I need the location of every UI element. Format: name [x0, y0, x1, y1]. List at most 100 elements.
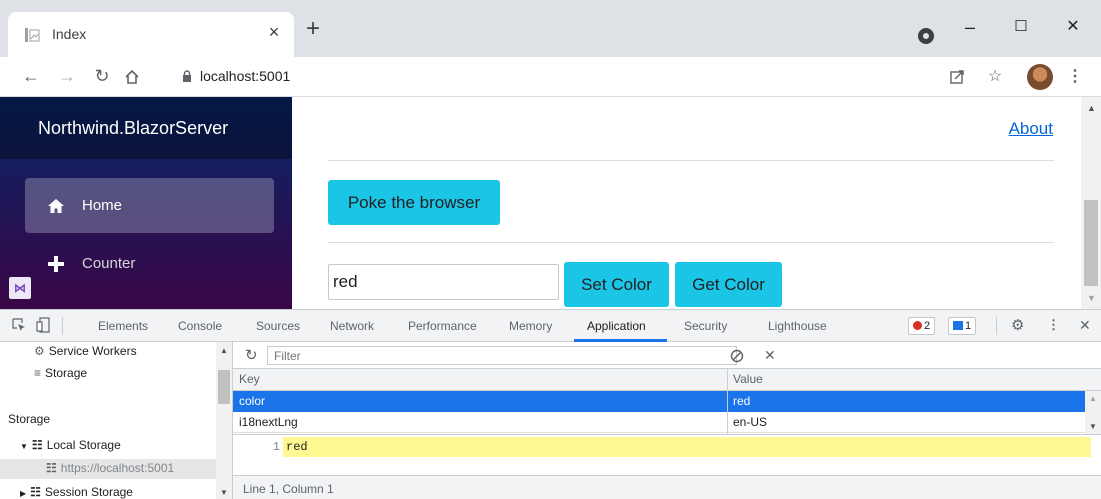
- nav-item-counter[interactable]: Counter: [25, 242, 274, 297]
- browser-tab[interactable]: Index ×: [8, 12, 294, 57]
- expand-arrow-icon: ▼: [20, 442, 28, 451]
- home-button-icon[interactable]: [123, 68, 141, 86]
- scroll-thumb[interactable]: [1084, 200, 1098, 286]
- close-devtools-icon[interactable]: ✕: [1079, 317, 1091, 334]
- table-row[interactable]: color red: [233, 391, 1085, 412]
- tab-application[interactable]: Application: [587, 319, 646, 333]
- sidebar-scrollbar[interactable]: ▲ ▼: [216, 342, 232, 499]
- close-window-button[interactable]: ✕: [1058, 12, 1088, 42]
- table-icon: ☷: [46, 461, 57, 475]
- editor-status-bar: Line 1, Column 1: [233, 475, 1101, 499]
- reload-icon[interactable]: ↻: [89, 63, 115, 89]
- line-number: 1: [272, 440, 280, 454]
- scroll-down-icon[interactable]: ▼: [220, 488, 228, 497]
- local-storage-origin-item[interactable]: ☷ https://localhost:5001: [46, 461, 174, 475]
- share-icon[interactable]: [945, 65, 969, 89]
- tab-performance[interactable]: Performance: [408, 319, 477, 333]
- visual-studio-icon[interactable]: ⋈: [9, 277, 31, 299]
- scroll-up-icon[interactable]: ▲: [220, 346, 228, 355]
- tab-lighthouse[interactable]: Lighthouse: [768, 319, 827, 333]
- devtools-menu-icon[interactable]: ⋮: [1047, 317, 1060, 333]
- filter-input[interactable]: [267, 346, 737, 365]
- separator: [996, 317, 997, 335]
- color-input[interactable]: [328, 264, 559, 300]
- about-link[interactable]: About: [1009, 119, 1053, 139]
- poke-browser-button[interactable]: Poke the browser: [328, 180, 500, 225]
- app-sidebar: Northwind.BlazorServer Home Counter ⋈: [0, 97, 292, 309]
- tab-search-icon[interactable]: [918, 28, 934, 44]
- divider: [328, 242, 1054, 243]
- value-preview: 1 red Line 1, Column 1: [233, 434, 1101, 499]
- devtools-panel: Elements Console Sources Network Perform…: [0, 309, 1101, 499]
- scroll-up-icon[interactable]: ▲: [1089, 394, 1097, 403]
- tab-memory[interactable]: Memory: [509, 319, 552, 333]
- delete-selected-icon[interactable]: ✕: [764, 347, 776, 364]
- bookmark-star-icon[interactable]: ☆: [983, 65, 1007, 89]
- session-storage-item[interactable]: ▶ ☷ Session Storage: [20, 485, 133, 499]
- collapse-arrow-icon: ▶: [20, 489, 27, 498]
- table-row[interactable]: i18nextLng en-US: [233, 412, 1085, 433]
- browser-menu-icon[interactable]: ⋮: [1063, 65, 1087, 89]
- lock-icon[interactable]: [182, 70, 192, 83]
- storage-view: ↻ ✕ Key Value color red i18nextLng en-US…: [233, 342, 1101, 499]
- tab-title: Index: [52, 26, 87, 42]
- database-icon: ≡: [34, 366, 42, 380]
- tab-close-icon[interactable]: ×: [264, 22, 284, 43]
- nav-item-home[interactable]: Home: [25, 178, 274, 233]
- column-header-value[interactable]: Value: [733, 372, 763, 386]
- sidebar-scroll-thumb[interactable]: [218, 370, 230, 404]
- home-icon: [48, 199, 64, 213]
- refresh-icon[interactable]: ↻: [245, 346, 258, 364]
- message-count: 1: [965, 320, 972, 332]
- scroll-up-icon[interactable]: ▲: [1087, 103, 1096, 113]
- filter-toolbar: ↻ ✕: [233, 342, 1101, 369]
- tab-elements[interactable]: Elements: [98, 319, 148, 333]
- table-header: Key Value: [233, 369, 1101, 391]
- web-page: Northwind.BlazorServer Home Counter ⋈ Ab…: [0, 97, 1101, 309]
- row-value: en-US: [733, 415, 768, 429]
- row-value: red: [733, 394, 751, 408]
- service-workers-label: Service Workers: [48, 344, 137, 358]
- get-color-button[interactable]: Get Color: [675, 262, 782, 307]
- divider: [328, 160, 1054, 161]
- error-count-badge[interactable]: 2: [908, 317, 936, 335]
- inspect-element-icon[interactable]: [12, 318, 26, 332]
- address-bar-url[interactable]: localhost:5001: [200, 68, 290, 84]
- preview-line[interactable]: red: [283, 437, 1091, 457]
- browser-toolbar: ← → ↻ localhost:5001 ☆ ⋮: [0, 57, 1101, 97]
- service-workers-item[interactable]: ⚙ Service Workers: [34, 344, 137, 358]
- new-tab-button[interactable]: +: [306, 17, 320, 41]
- column-header-key[interactable]: Key: [239, 372, 260, 386]
- storage-item[interactable]: ≡ Storage: [34, 366, 87, 380]
- main-content: About Poke the browser Set Color Get Col…: [292, 97, 1081, 309]
- set-color-button[interactable]: Set Color: [564, 262, 669, 307]
- storage-item-label: Storage: [45, 366, 88, 380]
- nav-item-counter-label: Counter: [82, 255, 136, 272]
- forward-arrow-icon[interactable]: →: [54, 63, 80, 89]
- plus-icon: [48, 256, 64, 272]
- app-brand[interactable]: Northwind.BlazorServer: [38, 118, 228, 139]
- column-divider[interactable]: [727, 369, 728, 434]
- back-arrow-icon[interactable]: ←: [18, 63, 44, 89]
- tab-security[interactable]: Security: [684, 319, 727, 333]
- maximize-button[interactable]: ☐: [1006, 12, 1036, 42]
- scroll-down-icon[interactable]: ▼: [1087, 293, 1096, 303]
- scroll-down-icon[interactable]: ▼: [1089, 422, 1097, 431]
- nav-item-home-label: Home: [82, 197, 123, 214]
- separator: [62, 317, 63, 335]
- table-scrollbar[interactable]: ▲ ▼: [1085, 391, 1101, 434]
- profile-avatar[interactable]: [1027, 64, 1053, 90]
- page-scrollbar[interactable]: ▲ ▼: [1081, 97, 1101, 309]
- minimize-button[interactable]: –: [955, 12, 985, 42]
- tab-sources[interactable]: Sources: [256, 319, 300, 333]
- tab-network[interactable]: Network: [330, 319, 374, 333]
- table-icon: ☷: [31, 438, 43, 452]
- tab-console[interactable]: Console: [178, 319, 222, 333]
- message-count-badge[interactable]: 1: [948, 317, 977, 335]
- device-toolbar-icon[interactable]: [36, 317, 50, 333]
- browser-tabstrip: Index × + – ☐ ✕: [0, 0, 1101, 57]
- clear-all-icon[interactable]: [730, 349, 744, 363]
- settings-gear-icon[interactable]: ⚙: [1011, 316, 1024, 334]
- message-icon: [953, 321, 963, 330]
- local-storage-item[interactable]: ▼ ☷ Local Storage: [20, 438, 121, 452]
